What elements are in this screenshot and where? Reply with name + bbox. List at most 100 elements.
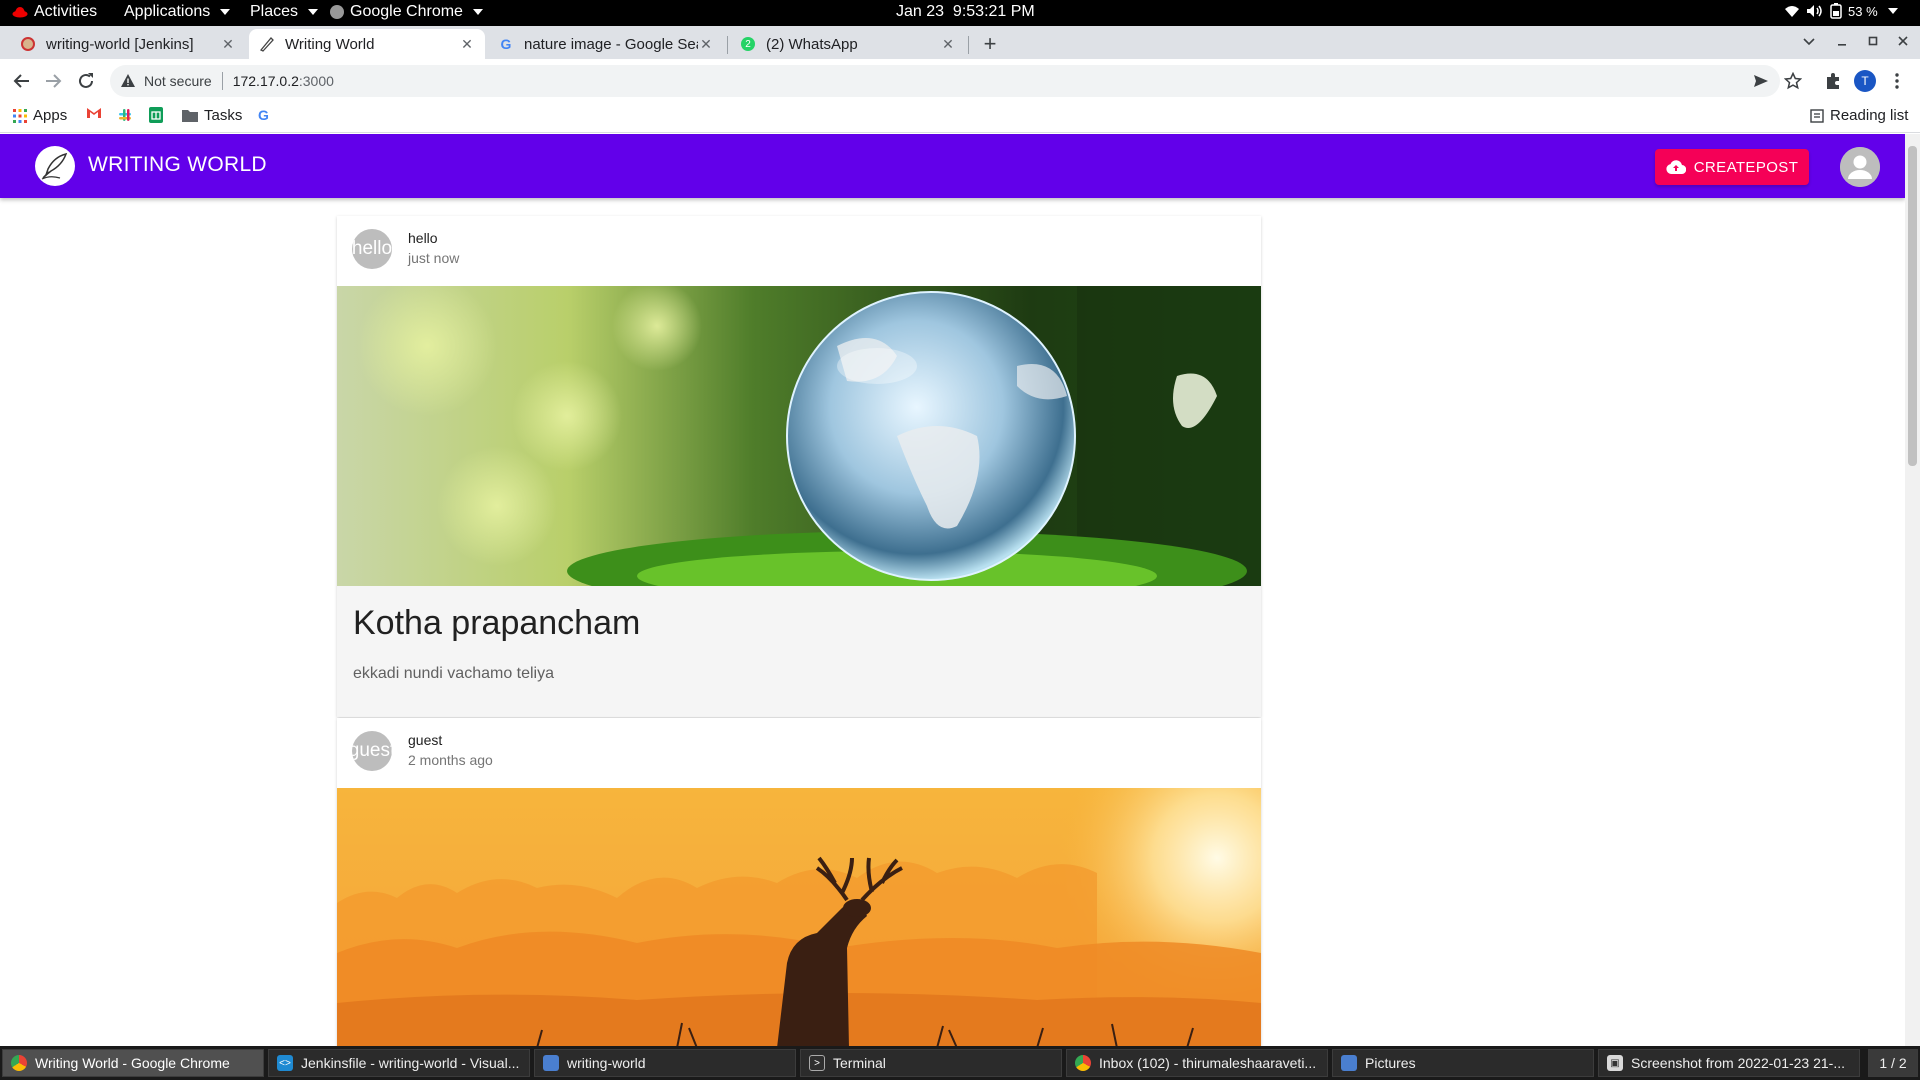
system-top-bar: Activities Applications Places Google Ch… <box>0 0 1920 26</box>
app-menu[interactable]: Google Chrome <box>330 3 483 21</box>
slack-icon <box>119 109 131 121</box>
chrome-icon <box>330 5 344 19</box>
close-window-button[interactable] <box>1897 34 1909 53</box>
taskbar-item-terminal[interactable]: > Terminal <box>800 1049 1062 1077</box>
star-icon <box>1784 72 1802 90</box>
bookmark-google[interactable]: G <box>258 107 269 123</box>
chevron-down-icon <box>308 9 319 15</box>
taskbar-item-label: Writing World - Google Chrome <box>35 1055 230 1071</box>
omnibox-divider <box>221 72 223 90</box>
forward-button[interactable] <box>41 69 65 93</box>
bookmark-tasks-folder[interactable]: Tasks <box>182 107 242 124</box>
applications-label: Applications <box>124 3 211 20</box>
image-viewer-icon: ▣ <box>1607 1055 1623 1071</box>
browser-tab-strip: writing-world [Jenkins] ✕ Writing World … <box>0 26 1920 59</box>
reading-list-label: Reading list <box>1830 107 1909 124</box>
cloud-upload-icon <box>1666 160 1686 174</box>
taskbar-item-label: Screenshot from 2022-01-23 21-... <box>1631 1055 1846 1071</box>
bookmark-apps-label: Apps <box>33 107 68 124</box>
chrome-menu-button[interactable] <box>1885 69 1909 93</box>
bookmark-gmail[interactable] <box>86 107 102 119</box>
writing-world-logo[interactable] <box>35 146 75 186</box>
taskbar-item-file-manager[interactable]: writing-world <box>534 1049 796 1077</box>
minimize-button[interactable] <box>1836 34 1848 53</box>
chevron-down-icon <box>1803 38 1815 46</box>
quill-pen-icon <box>41 152 68 180</box>
applications-menu[interactable]: Applications <box>124 3 231 21</box>
url-host: 172.17.0.2 <box>232 73 299 89</box>
file-manager-icon <box>543 1055 559 1071</box>
security-label[interactable]: Not secure <box>144 73 212 89</box>
activities-button[interactable]: Activities <box>12 3 97 21</box>
tab-writing-world[interactable]: Writing World ✕ <box>249 29 485 59</box>
workspace-switcher[interactable]: 1 / 2 <box>1868 1049 1918 1077</box>
post-time: just now <box>408 250 460 266</box>
page-scrollbar[interactable] <box>1905 134 1920 1046</box>
battery-icon <box>1830 3 1842 19</box>
tab-title: nature image - Google Sea <box>524 35 698 53</box>
tab-jenkins[interactable]: writing-world [Jenkins] ✕ <box>10 29 246 59</box>
bookmark-tasks-label: Tasks <box>204 107 243 124</box>
page-viewport: WRITING WORLD CREATEPOST hello hello jus… <box>0 134 1905 1046</box>
profile-button[interactable]: T <box>1853 69 1877 93</box>
new-tab-button[interactable]: + <box>977 32 1003 58</box>
file-manager-icon <box>1341 1055 1357 1071</box>
create-post-button[interactable]: CREATEPOST <box>1655 149 1809 185</box>
post-header: hello hello just now <box>337 216 1261 286</box>
extensions-button[interactable] <box>1821 69 1845 93</box>
tab-divider <box>727 36 728 54</box>
taskbar-item-pictures[interactable]: Pictures <box>1332 1049 1594 1077</box>
reading-list-button[interactable]: Reading list <box>1810 107 1908 124</box>
app-bar: WRITING WORLD CREATEPOST <box>0 134 1905 198</box>
clock[interactable]: Jan 23 9:53:21 PM <box>896 3 1035 21</box>
places-menu[interactable]: Places <box>250 3 319 21</box>
whatsapp-icon: 2 <box>740 36 756 52</box>
whatsapp-badge: 2 <box>741 37 755 51</box>
tab-whatsapp[interactable]: 2 (2) WhatsApp ✕ <box>730 29 966 59</box>
browser-toolbar: Not secure 172.17.0.2:3000 T <box>0 59 1920 103</box>
redhat-icon <box>12 7 28 18</box>
reload-button[interactable] <box>74 69 98 93</box>
send-to-devices-button[interactable] <box>1749 69 1773 93</box>
reload-icon <box>79 73 93 88</box>
taskbar-item-label: Terminal <box>833 1055 886 1071</box>
app-brand-title[interactable]: WRITING WORLD <box>88 153 267 177</box>
taskbar-item-label: Pictures <box>1365 1055 1416 1071</box>
pen-icon <box>259 36 275 52</box>
post-body: Kotha prapancham ekkadi nundi vachamo te… <box>337 586 1261 717</box>
tab-divider <box>968 36 969 54</box>
bookmark-sheets[interactable] <box>149 107 163 123</box>
close-icon[interactable]: ✕ <box>940 36 956 53</box>
wifi-icon <box>1785 6 1799 17</box>
terminal-icon: > <box>809 1055 825 1071</box>
taskbar-item-chrome-writing-world[interactable]: Writing World - Google Chrome <box>2 1049 264 1077</box>
address-bar[interactable]: Not secure 172.17.0.2:3000 <box>110 65 1780 97</box>
bookmarks-bar: Apps Tasks G Reading list <box>0 103 1920 133</box>
clock-label: Jan 23 9:53:21 PM <box>896 3 1035 20</box>
bookmark-star-button[interactable] <box>1781 69 1805 93</box>
maximize-icon <box>1868 36 1878 46</box>
user-profile-button[interactable] <box>1840 147 1880 187</box>
tab-google-search[interactable]: G nature image - Google Sea ✕ <box>488 29 724 59</box>
back-button[interactable] <box>10 69 34 93</box>
post-header: guest guest 2 months ago <box>337 718 1261 788</box>
close-icon[interactable]: ✕ <box>698 36 714 53</box>
taskbar-item-screenshot[interactable]: ▣ Screenshot from 2022-01-23 21-... <box>1598 1049 1860 1077</box>
close-icon[interactable]: ✕ <box>459 36 475 53</box>
bookmark-slack[interactable] <box>117 107 133 123</box>
bookmark-apps[interactable]: Apps <box>13 107 67 124</box>
jenkins-icon <box>20 36 36 52</box>
close-icon[interactable]: ✕ <box>220 36 236 53</box>
taskbar-item-label: Jenkinsfile - writing-world - Visual... <box>301 1055 520 1071</box>
maximize-button[interactable] <box>1867 34 1879 53</box>
scrollbar-thumb[interactable] <box>1908 146 1917 466</box>
taskbar-item-vscode[interactable]: <> Jenkinsfile - writing-world - Visual.… <box>268 1049 530 1077</box>
globe-image <box>337 286 1261 586</box>
taskbar-item-chrome-inbox[interactable]: Inbox (102) - thirumaleshaaraveti... <box>1066 1049 1328 1077</box>
profile-avatar: T <box>1854 70 1876 92</box>
system-status-area[interactable]: 53 % <box>1784 3 1898 19</box>
tab-search-button[interactable] <box>1802 34 1816 53</box>
google-icon: G <box>500 36 512 52</box>
reading-list-icon <box>1810 108 1824 123</box>
deer-image <box>337 788 1261 1046</box>
